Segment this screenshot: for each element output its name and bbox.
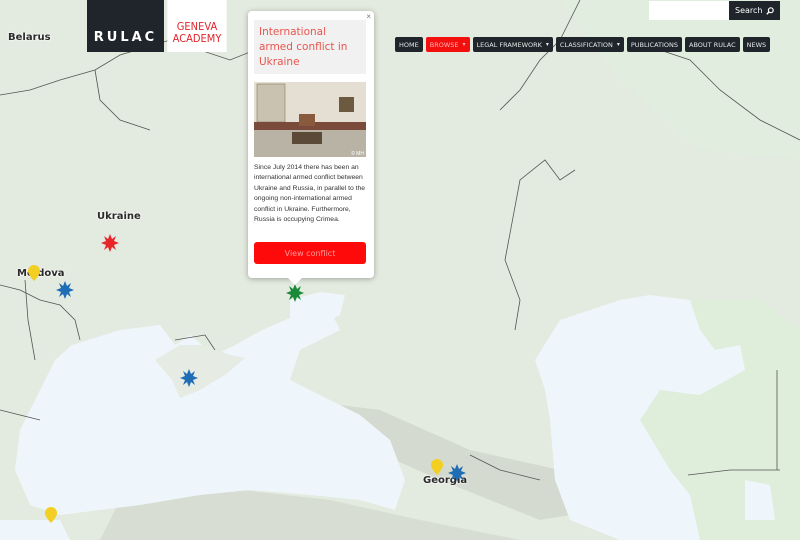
conflict-marker-crimea[interactable] bbox=[180, 369, 198, 387]
popup-description: Since July 2014 there has been an intern… bbox=[254, 164, 366, 224]
nav-label: LEGAL FRAMEWORK bbox=[476, 40, 542, 49]
pin-icon bbox=[28, 265, 40, 281]
pin-icon bbox=[431, 459, 443, 475]
map-label-belarus: Belarus bbox=[8, 32, 51, 43]
photo-credit: © MH bbox=[351, 150, 364, 157]
conflict-photo: © MH bbox=[254, 82, 366, 157]
rulac-logo: RULAC bbox=[87, 0, 164, 52]
view-conflict-button[interactable]: View conflict bbox=[254, 242, 366, 264]
map-label-moldova: Moldova bbox=[17, 268, 65, 279]
nav-about-rulac[interactable]: ABOUT RULAC bbox=[685, 37, 740, 52]
nav-label: ABOUT RULAC bbox=[689, 40, 736, 49]
burst-icon bbox=[56, 281, 74, 299]
burst-icon bbox=[286, 284, 304, 302]
nav-label: HOME bbox=[399, 40, 419, 49]
nav-label: CLASSIFICATION bbox=[559, 40, 613, 49]
pin-icon bbox=[45, 507, 57, 523]
nav-label: PUBLICATIONS bbox=[630, 40, 679, 49]
nav-label: NEWS bbox=[746, 40, 767, 49]
burst-icon bbox=[180, 369, 198, 387]
nav-classification[interactable]: CLASSIFICATION ▾ bbox=[555, 37, 624, 52]
nav-browse[interactable]: BROWSE ▾ bbox=[425, 37, 470, 52]
logo-line-2: ACADEMY bbox=[172, 32, 222, 45]
conflict-marker-selected[interactable] bbox=[286, 284, 304, 302]
search-button[interactable]: Search bbox=[729, 1, 781, 20]
search-input[interactable] bbox=[649, 1, 729, 20]
chevron-down-icon: ▾ bbox=[545, 41, 549, 48]
conflict-marker-transnistria[interactable] bbox=[56, 281, 74, 299]
popup-title: International armed conflict in Ukraine bbox=[254, 20, 366, 74]
search-icon bbox=[766, 6, 775, 15]
geneva-academy-logo: GENEVA ACADEMY bbox=[167, 0, 227, 52]
chevron-down-icon: ▾ bbox=[616, 41, 620, 48]
conflict-marker-ukraine[interactable] bbox=[101, 234, 119, 252]
burst-icon bbox=[448, 464, 466, 482]
pin-marker-moldova[interactable] bbox=[28, 265, 40, 281]
search-button-label: Search bbox=[735, 6, 763, 15]
site-logo[interactable]: RULAC GENEVA ACADEMY bbox=[87, 0, 230, 52]
conflict-marker-georgia[interactable] bbox=[448, 464, 466, 482]
nav-home[interactable]: HOME bbox=[395, 37, 423, 52]
pin-marker-georgia[interactable] bbox=[431, 459, 443, 475]
nav-news[interactable]: NEWS bbox=[742, 37, 771, 52]
conflict-popup: × International armed conflict in Ukrain… bbox=[248, 11, 374, 285]
search-bar: Search bbox=[649, 1, 781, 20]
main-nav: HOME BROWSE ▾ LEGAL FRAMEWORK ▾ CLASSIFICA… bbox=[395, 37, 771, 52]
nav-label: BROWSE bbox=[429, 40, 459, 49]
nav-legal-framework[interactable]: LEGAL FRAMEWORK ▾ bbox=[472, 37, 553, 52]
nav-publications[interactable]: PUBLICATIONS bbox=[626, 37, 683, 52]
map-canvas[interactable] bbox=[0, 0, 800, 540]
map-label-ukraine: Ukraine bbox=[97, 211, 141, 222]
close-icon[interactable]: × bbox=[366, 12, 371, 21]
chevron-down-icon: ▾ bbox=[462, 41, 466, 48]
burst-icon bbox=[101, 234, 119, 252]
pin-marker-turkey[interactable] bbox=[45, 507, 57, 523]
